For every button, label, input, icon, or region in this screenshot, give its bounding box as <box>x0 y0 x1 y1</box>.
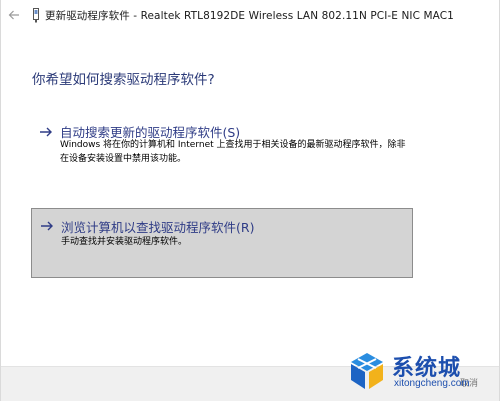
window-title: 更新驱动程序软件 - Realtek RTL8192DE Wireless LA… <box>45 10 454 22</box>
page-heading: 你希望如何搜索驱动程序软件? <box>32 72 215 88</box>
watermark: 系统城 xitongcheng.com <box>346 350 496 398</box>
browse-computer-option[interactable]: 浏览计算机以查找驱动程序软件(R) 手动查找并安装驱动程序软件。 <box>31 208 413 278</box>
auto-search-description: Windows 将在你的计算机和 Internet 上查找用于相关设备的最新驱动… <box>60 140 406 164</box>
arrow-right-icon <box>40 127 52 137</box>
title-bar: 更新驱动程序软件 - Realtek RTL8192DE Wireless LA… <box>1 0 499 30</box>
auto-search-option[interactable]: 自动搜索更新的驱动程序软件(S) Windows 将在你的计算机和 Intern… <box>31 112 413 174</box>
arrow-right-icon <box>41 221 53 231</box>
update-driver-dialog: 更新驱动程序软件 - Realtek RTL8192DE Wireless LA… <box>0 0 500 401</box>
xitongcheng-logo-icon <box>351 353 383 389</box>
watermark-url: xitongcheng.com <box>394 378 470 389</box>
device-icon <box>33 8 39 23</box>
browse-computer-title: 浏览计算机以查找驱动程序软件(R) <box>61 220 255 235</box>
browse-computer-description: 手动查找并安装驱动程序软件。 <box>61 237 188 247</box>
back-arrow-icon[interactable] <box>7 8 21 22</box>
